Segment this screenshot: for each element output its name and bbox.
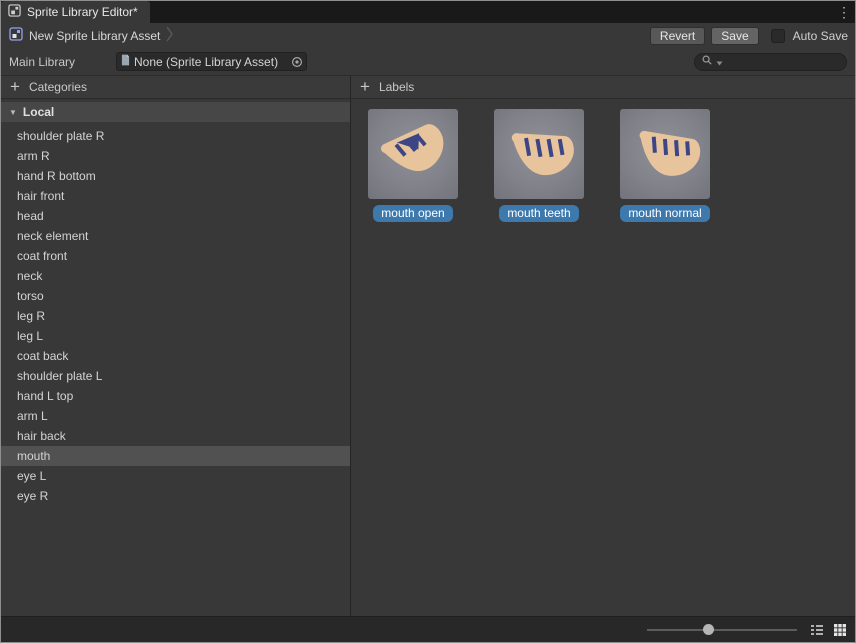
label-grid: mouth open mouth teeth <box>351 99 855 222</box>
local-group-label: Local <box>23 105 54 119</box>
main-library-value: None (Sprite Library Asset) <box>134 55 287 69</box>
bottom-bar <box>1 616 855 642</box>
category-item[interactable]: leg R <box>1 306 350 326</box>
categories-header: + Categories <box>1 76 351 98</box>
save-button[interactable]: Save <box>711 27 758 45</box>
category-item[interactable]: neck <box>1 266 350 286</box>
breadcrumb[interactable]: New Sprite Library Asset <box>29 29 160 43</box>
category-item[interactable]: hand L top <box>1 386 350 406</box>
search-icon <box>701 54 714 70</box>
category-item[interactable]: eye R <box>1 486 350 506</box>
label-item[interactable]: mouth normal <box>620 109 710 222</box>
category-item[interactable]: shoulder plate R <box>1 126 350 146</box>
category-item[interactable]: arm L <box>1 406 350 426</box>
add-label-button[interactable]: + <box>360 80 370 94</box>
tab-title: Sprite Library Editor* <box>27 5 138 19</box>
content-area: ▼ Local shoulder plate R arm R hand R bo… <box>1 99 855 616</box>
slider-track[interactable] <box>647 629 797 631</box>
main-library-row: Main Library None (Sprite Library Asset) <box>1 48 855 75</box>
local-foldout[interactable]: ▼ Local <box>1 102 350 122</box>
label-item[interactable]: mouth teeth <box>494 109 584 222</box>
slider-knob[interactable] <box>703 624 714 635</box>
object-picker-icon[interactable] <box>291 56 303 68</box>
foldout-triangle-icon: ▼ <box>9 108 17 117</box>
main-library-object-field[interactable]: None (Sprite Library Asset) <box>116 52 307 71</box>
sprite-thumbnail[interactable] <box>368 109 458 199</box>
sprite-library-icon <box>8 4 21 20</box>
add-category-button[interactable]: + <box>10 80 20 94</box>
label-name-badge[interactable]: mouth teeth <box>499 205 578 222</box>
category-item[interactable]: eye L <box>1 466 350 486</box>
tab-sprite-library-editor[interactable]: Sprite Library Editor* <box>1 1 150 23</box>
category-item[interactable]: leg L <box>1 326 350 346</box>
category-item[interactable]: hair back <box>1 426 350 446</box>
sprite-thumbnail[interactable] <box>494 109 584 199</box>
category-item[interactable]: arm R <box>1 146 350 166</box>
label-name-badge[interactable]: mouth open <box>373 205 452 222</box>
mouth-normal-sprite <box>620 109 710 199</box>
category-item-selected[interactable]: mouth <box>1 446 350 466</box>
asset-file-icon <box>121 54 130 69</box>
category-item[interactable]: neck element <box>1 226 350 246</box>
mouth-teeth-sprite <box>494 109 584 199</box>
category-item[interactable]: coat back <box>1 346 350 366</box>
revert-button[interactable]: Revert <box>650 27 705 45</box>
grid-view-icon-button[interactable] <box>833 623 847 637</box>
label-item[interactable]: mouth open <box>368 109 458 222</box>
thumbnail-size-slider[interactable] <box>647 617 797 643</box>
window-menu-button[interactable]: ⋮ <box>833 1 855 23</box>
labels-header: + Labels <box>351 76 855 98</box>
sprite-thumbnail[interactable] <box>620 109 710 199</box>
panel-headers: + Categories + Labels <box>1 75 855 99</box>
tab-bar: Sprite Library Editor* ⋮ <box>1 1 855 23</box>
labels-panel: mouth open mouth teeth <box>351 99 855 616</box>
auto-save-checkbox[interactable] <box>771 29 785 43</box>
sprite-library-asset-icon <box>9 27 23 44</box>
sprite-library-editor-window: Sprite Library Editor* ⋮ New Sprite Libr… <box>0 0 856 643</box>
labels-header-label: Labels <box>379 80 414 94</box>
label-name-badge[interactable]: mouth normal <box>620 205 709 222</box>
breadcrumb-chevron-icon <box>166 24 174 47</box>
list-view-icon-button[interactable] <box>810 623 824 637</box>
mouth-open-sprite <box>368 109 458 199</box>
category-list: shoulder plate R arm R hand R bottom hai… <box>1 126 350 506</box>
category-item[interactable]: torso <box>1 286 350 306</box>
toolbar: New Sprite Library Asset Revert Save Aut… <box>1 23 855 48</box>
category-item[interactable]: head <box>1 206 350 226</box>
categories-panel: ▼ Local shoulder plate R arm R hand R bo… <box>1 99 351 616</box>
auto-save-label: Auto Save <box>793 29 848 43</box>
search-dropdown-arrow-icon[interactable] <box>716 55 723 69</box>
category-item[interactable]: coat front <box>1 246 350 266</box>
category-item[interactable]: shoulder plate L <box>1 366 350 386</box>
category-item[interactable]: hair front <box>1 186 350 206</box>
category-item[interactable]: hand R bottom <box>1 166 350 186</box>
categories-header-label: Categories <box>29 80 87 94</box>
main-library-label: Main Library <box>9 55 116 69</box>
search-field[interactable] <box>694 53 847 71</box>
